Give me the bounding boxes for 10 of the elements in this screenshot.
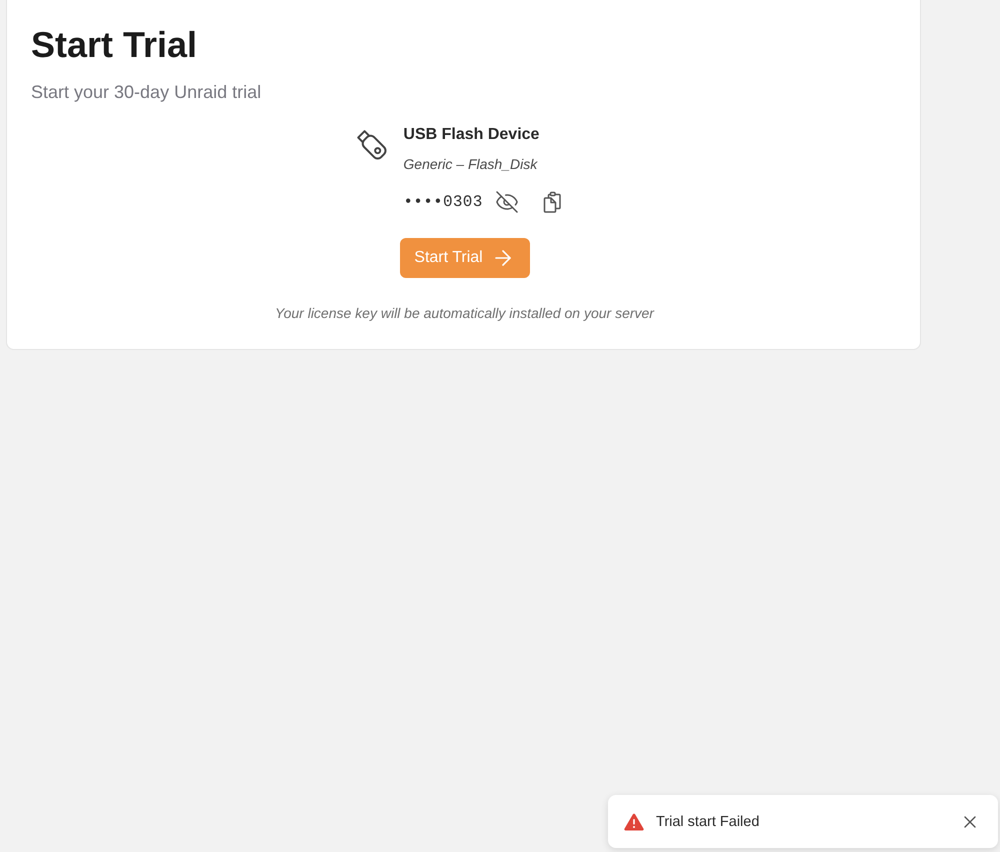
device-name: USB Flash Device (403, 125, 540, 145)
license-key: ••••0303 (403, 192, 483, 212)
install-note: Your license key will be automatically installed on your server (275, 304, 654, 322)
page-subtitle: Start your 30-day Unraid trial (31, 81, 262, 103)
device-model: Generic – Flash_Disk (403, 155, 538, 173)
start-trial-button[interactable]: Start Trial (400, 238, 530, 278)
toast-message: Trial start Failed (656, 814, 760, 830)
warning-icon (624, 812, 644, 830)
eye-off-icon[interactable] (494, 190, 519, 214)
page-title: Start Trial (31, 24, 198, 66)
